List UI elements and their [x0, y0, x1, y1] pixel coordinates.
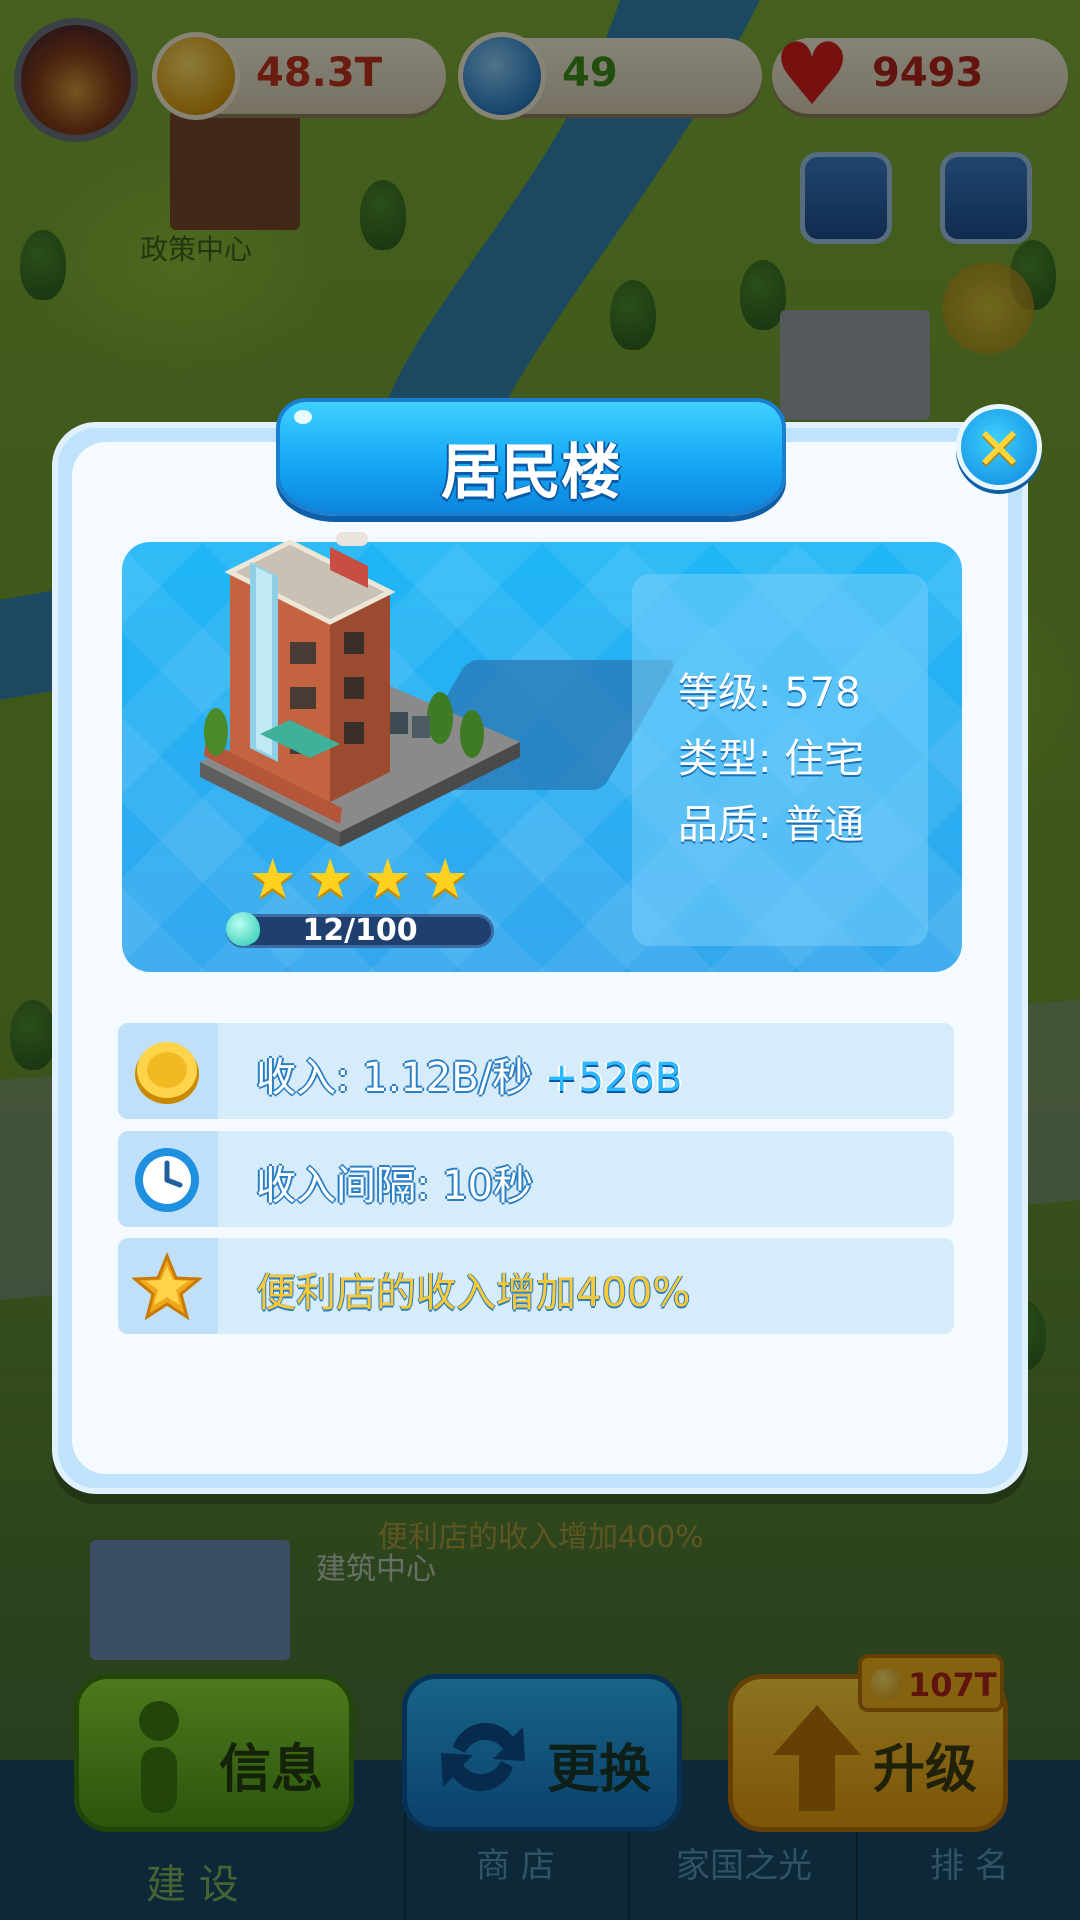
income-text: 收入: 1.12B/秒 +526B — [256, 1045, 682, 1103]
close-x-icon: ✕ — [974, 415, 1024, 483]
income-row: 收入: 1.12B/秒 +526B — [118, 1023, 954, 1119]
bonus-row: 便利店的收入增加400% — [118, 1238, 954, 1334]
quality-text: 品质: 普通 — [678, 802, 865, 848]
dialog-title: 居民楼 — [441, 438, 621, 508]
star-icon: ★ — [421, 847, 470, 910]
income-value: 收入: 1.12B/秒 — [256, 1055, 533, 1101]
level-text: 等级: 578 — [678, 670, 861, 716]
interval-text: 收入间隔: 10秒 — [256, 1163, 534, 1209]
progress-text: 12/100 — [302, 913, 418, 948]
type-text: 类型: 住宅 — [678, 736, 865, 782]
income-bonus: +526B — [544, 1055, 683, 1101]
coin-icon — [135, 1042, 199, 1104]
star-rating: ★ ★ ★ ★ — [246, 852, 472, 908]
close-button[interactable]: ✕ — [956, 404, 1042, 490]
interval-row: 收入间隔: 10秒 — [118, 1131, 954, 1227]
title-banner: 居民楼 — [276, 398, 786, 516]
star-icon: ★ — [306, 847, 355, 910]
clock-icon — [135, 1148, 199, 1212]
star-icon: ★ — [248, 847, 297, 910]
banner-gloss — [294, 410, 312, 424]
star-icon: ★ — [363, 847, 412, 910]
residential-building-image — [200, 532, 520, 847]
star-icon — [132, 1252, 202, 1321]
bonus-text: 便利店的收入增加400% — [256, 1270, 691, 1316]
